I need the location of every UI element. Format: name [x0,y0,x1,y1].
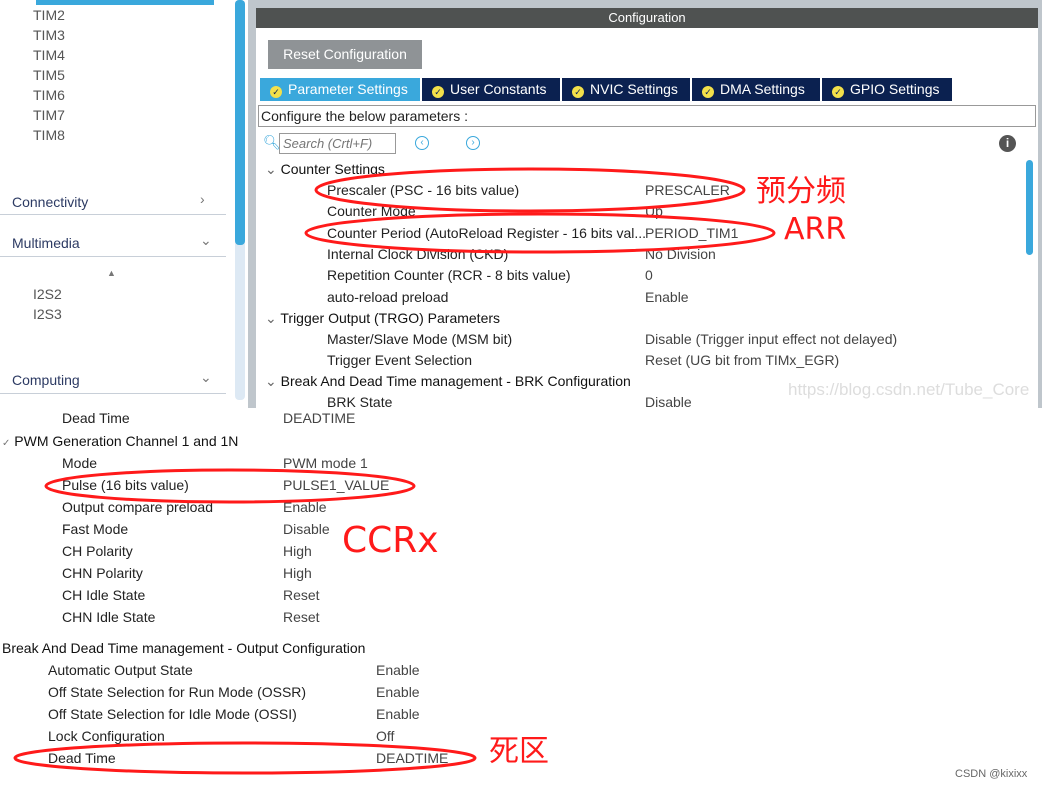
annotation-arr: ARR [784,212,847,247]
ccr-ellipse [44,468,416,504]
credit: CSDN @kixixx [955,768,1028,780]
annotation-ccrx: CCRx [342,520,439,561]
annotation-deadtime: 死区 [489,734,549,769]
annotation-layer [13,167,776,775]
arr-ellipse [304,212,776,254]
prescaler-ellipse [314,167,746,213]
annotation-prescaler: 预分频 [756,174,846,209]
deadtime-ellipse [13,741,477,775]
